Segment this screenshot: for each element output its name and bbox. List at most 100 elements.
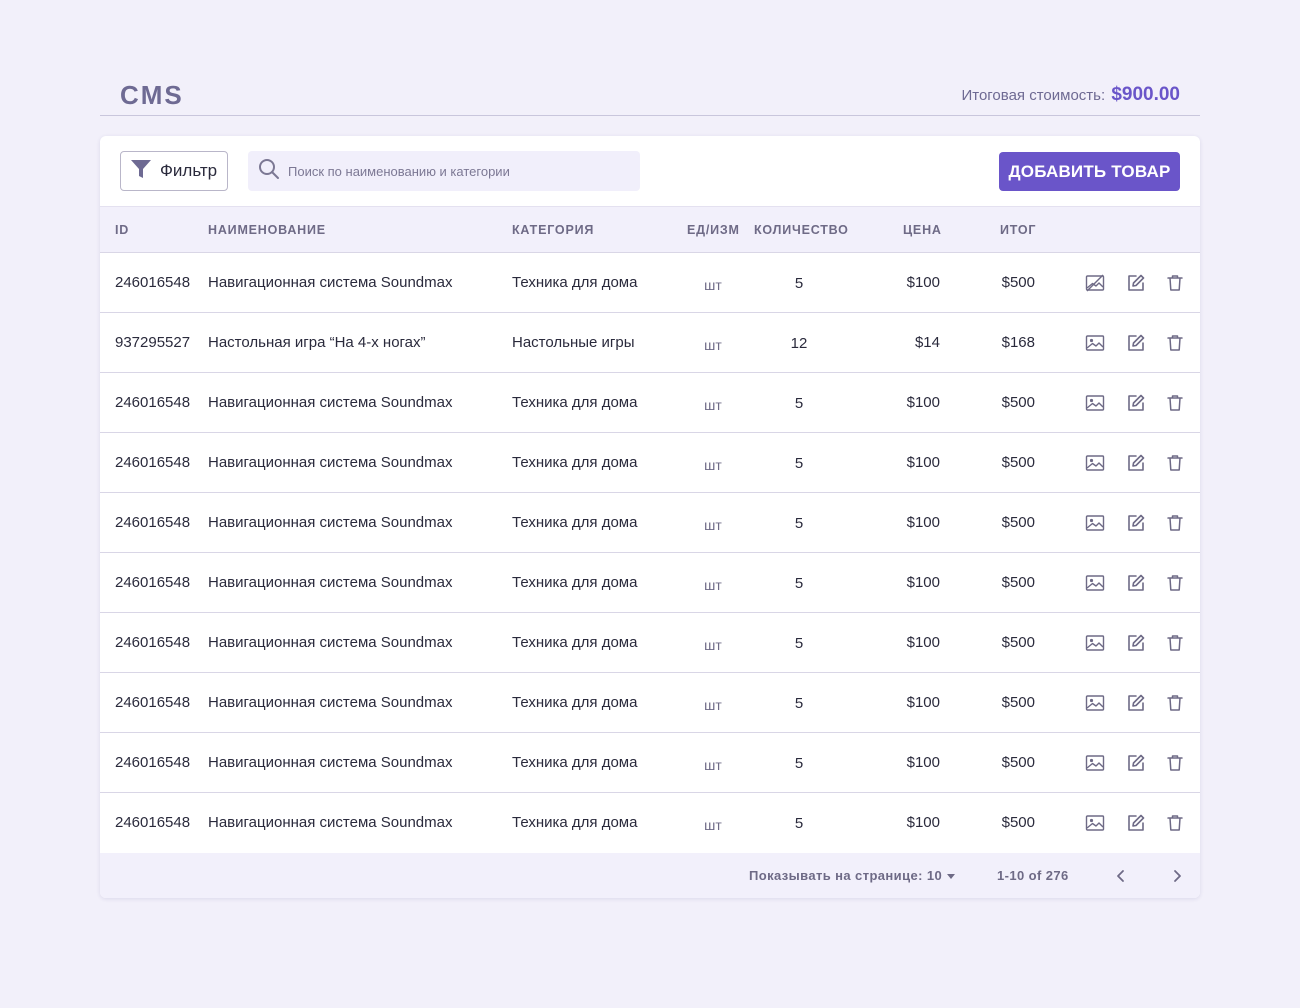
search-icon <box>258 158 280 185</box>
add-product-button[interactable]: ДОБАВИТЬ ТОВАР <box>999 152 1180 191</box>
cell-name: Навигационная система Soundmax <box>208 274 453 291</box>
table-row: 246016548 Навигационная система Soundmax Т… <box>100 553 1200 613</box>
column-header-id[interactable]: ID <box>115 223 129 237</box>
search-box <box>248 151 640 191</box>
cell-name: Навигационная система Soundmax <box>208 814 453 831</box>
cell-total: $500 <box>1001 574 1035 591</box>
edit-icon[interactable] <box>1126 753 1146 773</box>
table-row: 246016548 Навигационная система Soundmax Т… <box>100 433 1200 493</box>
cell-price: $100 <box>906 514 940 531</box>
trash-icon[interactable] <box>1165 753 1185 773</box>
cell-quantity: 5 <box>794 515 804 532</box>
table-row: 937295527 Настольная игра “На 4-х ногах” Н… <box>100 313 1200 373</box>
column-header-unit[interactable]: ЕД/ИЗМ <box>687 223 740 237</box>
cell-category: Техника для дома <box>512 814 638 831</box>
total-cost: Итоговая стоимость: $900.00 <box>961 84 1180 106</box>
trash-icon[interactable] <box>1165 693 1185 713</box>
cell-id: 246016548 <box>115 274 191 291</box>
cell-id: 246016548 <box>115 634 191 651</box>
image-icon[interactable] <box>1085 393 1105 413</box>
image-off-icon[interactable] <box>1085 273 1105 293</box>
cell-name: Навигационная система Soundmax <box>208 634 453 651</box>
image-icon[interactable] <box>1085 813 1105 833</box>
image-icon[interactable] <box>1085 513 1105 533</box>
app-title: CMS <box>120 80 184 110</box>
edit-icon[interactable] <box>1126 453 1146 473</box>
column-header-price[interactable]: ЦЕНА <box>903 223 942 237</box>
cell-unit: шт <box>704 697 722 713</box>
prev-page-button[interactable] <box>1111 866 1131 886</box>
image-icon[interactable] <box>1085 633 1105 653</box>
image-icon[interactable] <box>1085 333 1105 353</box>
image-icon[interactable] <box>1085 453 1105 473</box>
table-row: 246016548 Навигационная система Soundmax Т… <box>100 673 1200 733</box>
cell-price: $100 <box>906 694 940 711</box>
table-row: 246016548 Навигационная система Soundmax Т… <box>100 793 1200 853</box>
table-row: 246016548 Навигационная система Soundmax Т… <box>100 253 1200 313</box>
edit-icon[interactable] <box>1126 333 1146 353</box>
cell-price: $14 <box>914 334 940 351</box>
next-page-button[interactable] <box>1167 866 1187 886</box>
column-header-quantity[interactable]: КОЛИЧЕСТВО <box>754 223 849 237</box>
edit-icon[interactable] <box>1126 693 1146 713</box>
edit-icon[interactable] <box>1126 393 1146 413</box>
cell-quantity: 5 <box>794 815 804 832</box>
pagination-range: 1-10 of 276 <box>997 868 1069 883</box>
trash-icon[interactable] <box>1165 453 1185 473</box>
search-input[interactable] <box>288 163 628 179</box>
cell-id: 246016548 <box>115 514 191 531</box>
trash-icon[interactable] <box>1165 333 1185 353</box>
cell-unit: шт <box>704 817 722 833</box>
trash-icon[interactable] <box>1165 633 1185 653</box>
cell-quantity: 5 <box>794 695 804 712</box>
filter-button[interactable]: Фильтр <box>120 151 228 191</box>
cell-total: $500 <box>1001 814 1035 831</box>
image-icon[interactable] <box>1085 753 1105 773</box>
edit-icon[interactable] <box>1126 573 1146 593</box>
edit-icon[interactable] <box>1126 273 1146 293</box>
trash-icon[interactable] <box>1165 273 1185 293</box>
cell-unit: шт <box>704 397 722 413</box>
cell-name: Навигационная система Soundmax <box>208 574 453 591</box>
trash-icon[interactable] <box>1165 813 1185 833</box>
cell-quantity: 12 <box>790 335 808 352</box>
cell-id: 246016548 <box>115 814 191 831</box>
edit-icon[interactable] <box>1126 513 1146 533</box>
rows-per-page-select[interactable]: Показывать на странице: 10 <box>749 868 956 883</box>
table-row: 246016548 Навигационная система Soundmax Т… <box>100 733 1200 793</box>
total-cost-label: Итоговая стоимость: <box>961 87 1106 104</box>
cell-quantity: 5 <box>794 395 804 412</box>
cell-quantity: 5 <box>794 275 804 292</box>
cell-unit: шт <box>704 637 722 653</box>
cell-category: Техника для дома <box>512 394 638 411</box>
column-header-total[interactable]: ИТОГ <box>1000 223 1036 237</box>
table-row: 246016548 Навигационная система Soundmax Т… <box>100 373 1200 433</box>
cell-name: Навигационная система Soundmax <box>208 694 453 711</box>
cell-unit: шт <box>704 457 722 473</box>
cell-total: $500 <box>1001 454 1035 471</box>
cell-total: $500 <box>1001 694 1035 711</box>
cell-price: $100 <box>906 574 940 591</box>
cell-category: Техника для дома <box>512 574 638 591</box>
cell-category: Настольные игры <box>512 334 635 351</box>
cell-id: 246016548 <box>115 454 191 471</box>
edit-icon[interactable] <box>1126 813 1146 833</box>
column-header-name[interactable]: НАИМЕНОВАНИЕ <box>208 223 326 237</box>
cell-total: $500 <box>1001 394 1035 411</box>
cell-category: Техника для дома <box>512 274 638 291</box>
cell-price: $100 <box>906 814 940 831</box>
cell-quantity: 5 <box>794 755 804 772</box>
trash-icon[interactable] <box>1165 393 1185 413</box>
cell-name: Навигационная система Soundmax <box>208 754 453 771</box>
image-icon[interactable] <box>1085 573 1105 593</box>
trash-icon[interactable] <box>1165 513 1185 533</box>
edit-icon[interactable] <box>1126 633 1146 653</box>
trash-icon[interactable] <box>1165 573 1185 593</box>
cell-name: Навигационная система Soundmax <box>208 394 453 411</box>
column-header-category[interactable]: КАТЕГОРИЯ <box>512 223 594 237</box>
cell-unit: шт <box>704 517 722 533</box>
cell-category: Техника для дома <box>512 514 638 531</box>
caret-down-icon <box>947 873 956 879</box>
image-icon[interactable] <box>1085 693 1105 713</box>
cell-id: 246016548 <box>115 754 191 771</box>
